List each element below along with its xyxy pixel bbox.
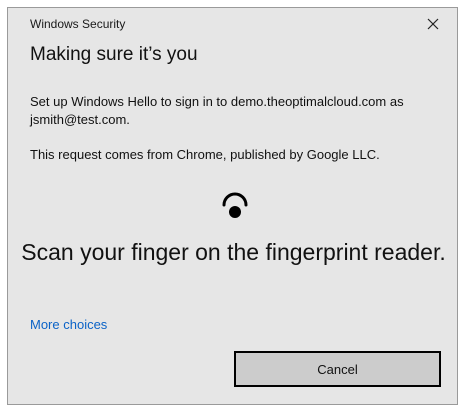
- close-button[interactable]: [415, 10, 451, 38]
- fingerprint-icon: [222, 192, 248, 218]
- close-icon: [427, 18, 439, 30]
- more-choices-link[interactable]: More choices: [30, 317, 107, 332]
- title-bar: Windows Security: [8, 8, 457, 38]
- cancel-button[interactable]: Cancel: [234, 351, 441, 387]
- dialog-heading: Making sure it’s you: [30, 44, 198, 65]
- window-title: Windows Security: [30, 17, 126, 31]
- windows-security-dialog: Windows Security Making sure it’s you Se…: [7, 7, 458, 405]
- scan-instruction: Scan your finger on the fingerprint read…: [21, 239, 446, 265]
- request-origin-text: This request comes from Chrome, publishe…: [30, 147, 380, 162]
- setup-description: Set up Windows Hello to sign in to demo.…: [30, 94, 404, 127]
